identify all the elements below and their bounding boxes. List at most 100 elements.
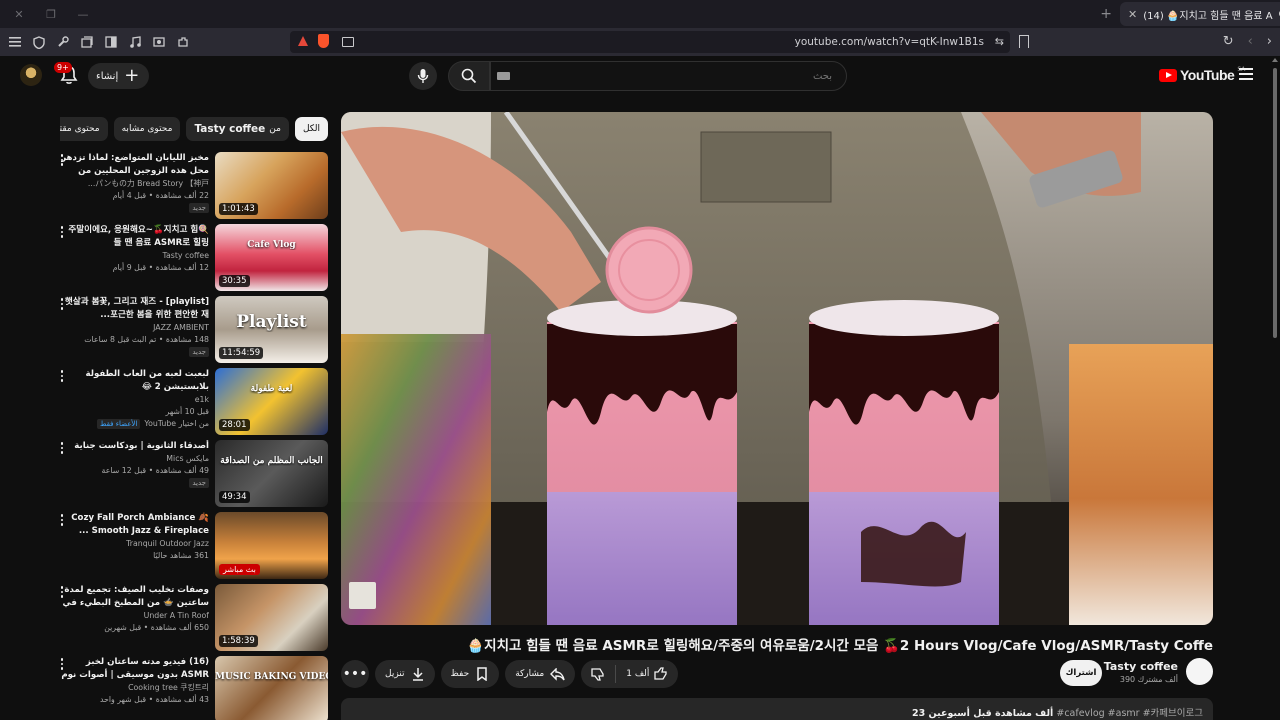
chip-2[interactable]: محتوى مشابه [113,117,181,141]
recommendation-title[interactable]: (16) فيديو مدته ساعتان لخبز ASMR بدون مو… [61,656,209,682]
more-actions-button[interactable]: ••• [341,660,369,688]
recommendation-channel[interactable]: Cooking tree 쿠킹트리 [61,682,209,694]
shield-icon[interactable] [32,35,46,49]
tabs-icon[interactable] [80,35,94,49]
music-icon[interactable] [128,35,142,49]
recommendation-item[interactable]: لعبة طفولة 28:01 لبعبت لعبه من العاب الطفو… [54,368,328,440]
share-button[interactable]: مشاركة [505,660,576,688]
recommendation-item[interactable]: بث مباشر Cozy Fall Porch Ambiance 🍂 Smoot… [54,512,328,584]
recommendation-thumbnail[interactable]: Cafe Vlog 30:35 [215,224,328,291]
bookmark-icon[interactable] [1019,35,1029,48]
wrench-icon[interactable] [56,35,70,49]
channel-avatar[interactable] [1186,658,1213,685]
more-vertical-icon[interactable] [58,658,66,672]
video-duration: 28:01 [219,419,250,431]
recommendation-thumbnail[interactable]: 1:58:39 [215,584,328,651]
recommendation-item[interactable]: الجانب المظلم من الصداقة 49:34 أصدقاء الثا… [54,440,328,512]
close-window-icon[interactable]: ✕ [12,8,26,21]
description-tags[interactable]: #cafevlog #asmr #카페브이로그 [1056,708,1203,719]
create-button[interactable]: إنشاء + [88,63,150,89]
chip-3[interactable]: محتوى مقترح [60,117,108,141]
more-vertical-icon[interactable] [58,154,66,168]
more-vertical-icon[interactable] [58,298,66,312]
recommendation-thumbnail[interactable]: لعبة طفولة 28:01 [215,368,328,435]
recommendation-item[interactable]: 1:58:39 وصفات تخليب الصيف: تجميع لمدة ساع… [54,584,328,656]
search-button[interactable] [448,61,490,91]
chip-1[interactable]: Tasty coffee من [186,117,289,141]
recommendation-channel[interactable]: Tranquil Outdoor Jazz [61,538,209,550]
tab-title: (14) 🧁지치고 힘들 땐 음료 A [1143,10,1273,22]
more-vertical-icon[interactable] [58,586,66,600]
screenshot-icon[interactable] [152,35,166,49]
maximize-window-icon[interactable]: ❐ [44,8,58,21]
recommendation-channel[interactable]: パンもの力 Bread Story 【神戸... [61,178,209,190]
recommendation-thumbnail[interactable]: 1:01:43 [215,152,328,219]
recommendation-channel[interactable]: JAZZ AMBIENT [61,322,209,334]
screen: ✕ ❐ — + ✕ (14) 🧁지치고 힘들 땐 음료 A ◐ you [0,0,1280,720]
recommendation-title[interactable]: [playlist] 햇살과 봄꽃, 그리고 재즈 - 포근한 봄을 위한 편안… [61,296,209,322]
thumbnail-text: الجانب المظلم من الصداقة [220,456,323,466]
like-button[interactable]: 1 ألف [616,660,678,688]
notification-badge: 9+ [54,62,72,73]
recommendation-channel[interactable]: Under A Tin Roof [61,610,209,622]
chip-0[interactable]: الكل [294,117,328,141]
scroll-up-icon[interactable] [1272,58,1278,62]
back-icon[interactable]: ‹ [1248,35,1253,48]
recommendation-title[interactable]: أصدقاء الثانوية | بودكاست جناية [61,440,209,453]
download-button[interactable]: تنزيل [375,660,435,688]
recommendation-item[interactable]: Playlist 11:54:59 [playlist] 햇살과 봄꽃, 그리고 재… [54,296,328,368]
recommendation-thumbnail[interactable]: Playlist 11:54:59 [215,296,328,363]
keyboard-icon[interactable] [497,72,510,80]
video-player[interactable] [341,112,1213,625]
recommendation-item[interactable]: 1:01:43 مخبز الليابان المتواضع: لماذا تزد… [54,152,328,224]
recommendation-title[interactable]: وصفات تخليب الصيف: تجميع لمدة ساعتين 🍲 م… [61,584,209,610]
forward-icon[interactable]: › [1267,35,1272,48]
recommendation-title[interactable]: مخبز الليابان المتواضع: لماذا تزدهر محل … [61,152,209,178]
brave-shield-icon[interactable] [318,34,329,48]
recommendation-channel[interactable]: مايكس Mics [61,453,209,465]
sidebar-icon[interactable] [104,35,118,49]
address-bar[interactable]: youtube.com/watch?v=qtK-Inw1B1s ⇆ [290,31,1010,53]
hamburger-menu-icon[interactable] [8,35,22,49]
new-tab-icon[interactable]: + [1100,6,1112,22]
recommendation-title[interactable]: لبعبت لعبه من العاب الطفولة بلابستيشن 2 … [61,368,209,394]
description-box[interactable]: 23 ألف مشاهدة قبل أسبوعين #cafevlog #asm… [341,698,1213,720]
channel-name[interactable]: Tasty coffee [1090,660,1178,673]
recommendation-thumbnail[interactable]: MUSIC BAKING VIDEO [215,656,328,720]
brave-rewards-icon[interactable] [298,36,308,46]
account-avatar[interactable] [20,64,42,86]
recommendation-title[interactable]: Cozy Fall Porch Ambiance 🍂 Smooth Jazz &… [61,512,209,538]
search-input[interactable] [490,61,847,91]
youtube-logo[interactable]: YouTube SA [1159,66,1245,83]
more-vertical-icon[interactable] [58,514,66,528]
translate-icon[interactable]: ⇆ [995,35,1004,48]
recommendation-item[interactable]: Cafe Vlog 30:35 🍭주말이에요, 응원해요~🍒지치고 힘들 땐 음료 … [54,224,328,296]
guide-menu-icon[interactable] [1239,68,1253,80]
window-controls: ✕ ❐ — [0,8,90,21]
more-vertical-icon[interactable] [58,226,66,240]
recommendation-item[interactable]: MUSIC BAKING VIDEO (16) فيديو مدته ساعتان… [54,656,328,720]
recommendation-thumbnail[interactable]: الجانب المظلم من الصداقة 49:34 [215,440,328,507]
browser-tab-active[interactable]: ✕ (14) 🧁지치고 힘들 땐 음료 A ◐ [1120,2,1280,26]
chip-label: الكل [302,124,320,134]
close-tab-icon[interactable]: ✕ [1128,8,1137,21]
dislike-button[interactable] [581,660,615,688]
reader-mode-icon[interactable] [342,37,354,47]
page-scrollbar[interactable] [1270,56,1280,720]
channel-watermark[interactable] [349,582,376,609]
more-vertical-icon[interactable] [58,442,66,456]
recommendation-channel[interactable]: e1k [61,394,209,406]
save-button[interactable]: حفظ [440,660,500,688]
reload-icon[interactable]: ↻ [1223,35,1234,48]
more-vertical-icon[interactable] [58,370,66,384]
recommendation-title[interactable]: 🍭주말이에요, 응원해요~🍒지치고 힘들 땐 음료 ASMR로 힐링 [61,224,209,250]
recommendation-channel[interactable]: Tasty coffee [61,250,209,262]
minimize-window-icon[interactable]: — [76,8,90,21]
recommendation-meta: قبل 10 أشهر [165,407,209,416]
extensions-icon[interactable] [176,35,190,49]
recommendation-thumbnail[interactable]: بث مباشر [215,512,328,579]
subscribe-button[interactable]: اشتراك [1060,660,1102,686]
voice-search-button[interactable] [409,62,437,90]
curated-label: من اختيار YouTube [144,419,209,428]
scrollbar-thumb[interactable] [1273,68,1277,338]
